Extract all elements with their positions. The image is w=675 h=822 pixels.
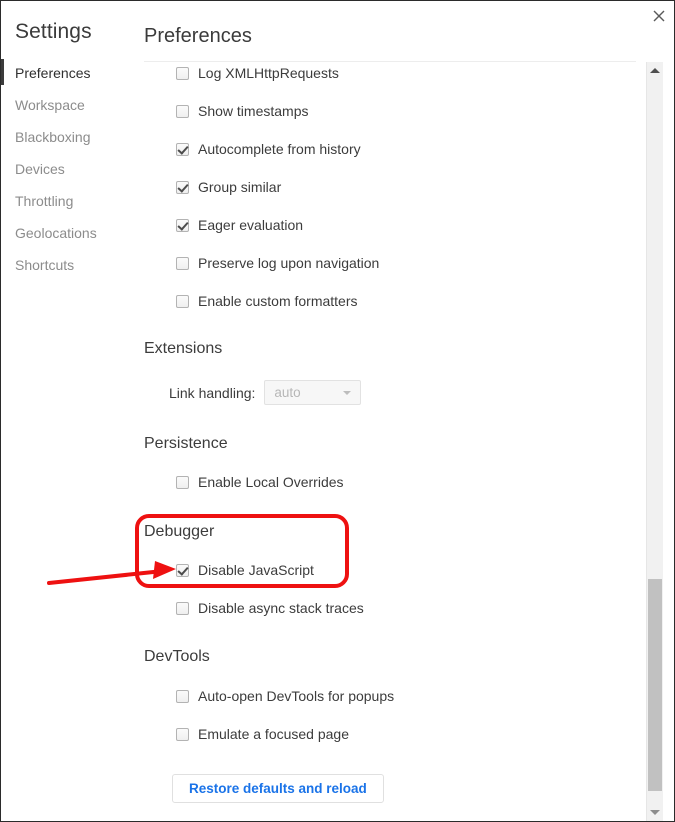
close-button[interactable] <box>646 4 672 28</box>
scroll-up-button[interactable] <box>647 62 663 79</box>
sidebar-item-label: Shortcuts <box>15 257 75 273</box>
scroll-down-button[interactable] <box>647 804 663 821</box>
close-icon <box>653 10 665 22</box>
checkbox-label: Show timestamps <box>198 103 309 119</box>
checkbox-row-emulate-a-focused-page[interactable]: Emulate a focused page <box>176 726 349 742</box>
chevron-up-icon <box>650 68 660 73</box>
section-heading-extensions: Extensions <box>144 340 223 357</box>
checkbox-label: Preserve log upon navigation <box>198 255 380 271</box>
checkbox-disable-async-stack-traces[interactable] <box>176 601 189 615</box>
checkbox-row-enable-local-overrides[interactable]: Enable Local Overrides <box>176 474 344 490</box>
checkbox-enable-local-overrides[interactable] <box>176 475 189 489</box>
sidebar-item-label: Throttling <box>15 193 74 209</box>
checkbox-label: Auto-open DevTools for popups <box>198 688 395 704</box>
page-title: Preferences <box>144 25 252 47</box>
checkbox-row-disable-async-stack-traces[interactable]: Disable async stack traces <box>176 600 364 616</box>
sidebar-item-throttling[interactable]: Throttling <box>1 185 141 217</box>
sidebar-item-label: Workspace <box>15 97 85 113</box>
checkbox-enable-custom-formatters[interactable] <box>176 294 189 308</box>
checkbox-auto-open-devtools-for-popups[interactable] <box>176 689 189 703</box>
sidebar-item-geolocations[interactable]: Geolocations <box>1 217 141 249</box>
checkbox-log-xmlhttprequests[interactable] <box>176 66 189 80</box>
sidebar-item-label: Preferences <box>15 65 91 81</box>
link-handling-label: Link handling: <box>169 384 256 401</box>
sidebar-item-label: Devices <box>15 161 65 177</box>
checkbox-label: Disable async stack traces <box>198 600 364 616</box>
checkbox-emulate-a-focused-page[interactable] <box>176 727 189 741</box>
checkbox-preserve-log-upon-navigation[interactable] <box>176 256 189 270</box>
section-heading-debugger: Debugger <box>144 523 215 540</box>
checkbox-label: Log XMLHttpRequests <box>198 65 339 81</box>
checkbox-show-timestamps[interactable] <box>176 104 189 118</box>
checkbox-group-similar[interactable] <box>176 180 189 194</box>
sidebar-item-shortcuts[interactable]: Shortcuts <box>1 249 141 281</box>
sidebar-item-devices[interactable]: Devices <box>1 153 141 185</box>
restore-defaults-label: Restore defaults and reload <box>189 781 367 796</box>
checkbox-row-disable-javascript[interactable]: Disable JavaScript <box>176 562 314 578</box>
sidebar-nav-list: Preferences Workspace Blackboxing Device… <box>1 57 141 281</box>
sidebar-item-blackboxing[interactable]: Blackboxing <box>1 121 141 153</box>
sidebar-item-workspace[interactable]: Workspace <box>1 89 141 121</box>
sidebar-title: Settings <box>15 20 92 43</box>
checkbox-row-autocomplete-from-history[interactable]: Autocomplete from history <box>176 141 361 157</box>
sidebar-item-label: Blackboxing <box>15 129 91 145</box>
checkbox-row-group-similar[interactable]: Group similar <box>176 179 281 195</box>
settings-window: Settings Preferences Workspace Blackboxi… <box>0 0 675 822</box>
checkbox-label: Emulate a focused page <box>198 726 349 742</box>
link-handling-value: auto <box>274 385 301 400</box>
settings-main-pane: Preferences Log XMLHttpRequests Show tim… <box>141 1 674 821</box>
scrollbar-thumb[interactable] <box>648 579 662 791</box>
checkbox-label: Group similar <box>198 179 282 195</box>
checkbox-label: Disable JavaScript <box>198 562 314 578</box>
checkbox-row-eager-evaluation[interactable]: Eager evaluation <box>176 217 303 233</box>
checkbox-eager-evaluation[interactable] <box>176 218 189 232</box>
checkbox-label: Enable Local Overrides <box>198 474 344 490</box>
settings-sidebar: Settings Preferences Workspace Blackboxi… <box>1 1 141 821</box>
checkbox-autocomplete-from-history[interactable] <box>176 142 189 156</box>
checkbox-label: Eager evaluation <box>198 217 304 233</box>
checkbox-row-enable-custom-formatters[interactable]: Enable custom formatters <box>176 293 358 309</box>
checkbox-row-log-xmlhttprequests[interactable]: Log XMLHttpRequests <box>176 65 339 81</box>
section-heading-devtools: DevTools <box>144 648 210 665</box>
sidebar-item-preferences[interactable]: Preferences <box>1 57 141 89</box>
link-handling-select[interactable]: auto <box>264 380 362 405</box>
restore-defaults-and-reload-button[interactable]: Restore defaults and reload <box>172 774 384 803</box>
checkbox-row-show-timestamps[interactable]: Show timestamps <box>176 103 308 119</box>
sidebar-item-label: Geolocations <box>15 225 97 241</box>
checkbox-disable-javascript[interactable] <box>176 563 189 577</box>
link-handling-row: Link handling: auto <box>169 380 362 405</box>
chevron-down-icon <box>343 391 352 395</box>
section-heading-persistence: Persistence <box>144 435 228 452</box>
checkbox-label: Enable custom formatters <box>198 293 358 309</box>
checkbox-label: Autocomplete from history <box>198 141 361 157</box>
chevron-down-icon <box>650 810 660 815</box>
checkbox-row-auto-open-devtools-for-popups[interactable]: Auto-open DevTools for popups <box>176 688 394 704</box>
checkbox-row-preserve-log-upon-navigation[interactable]: Preserve log upon navigation <box>176 255 379 271</box>
preferences-scroll-content: Log XMLHttpRequests Show timestamps Auto… <box>141 62 646 821</box>
vertical-scrollbar[interactable] <box>646 62 663 821</box>
